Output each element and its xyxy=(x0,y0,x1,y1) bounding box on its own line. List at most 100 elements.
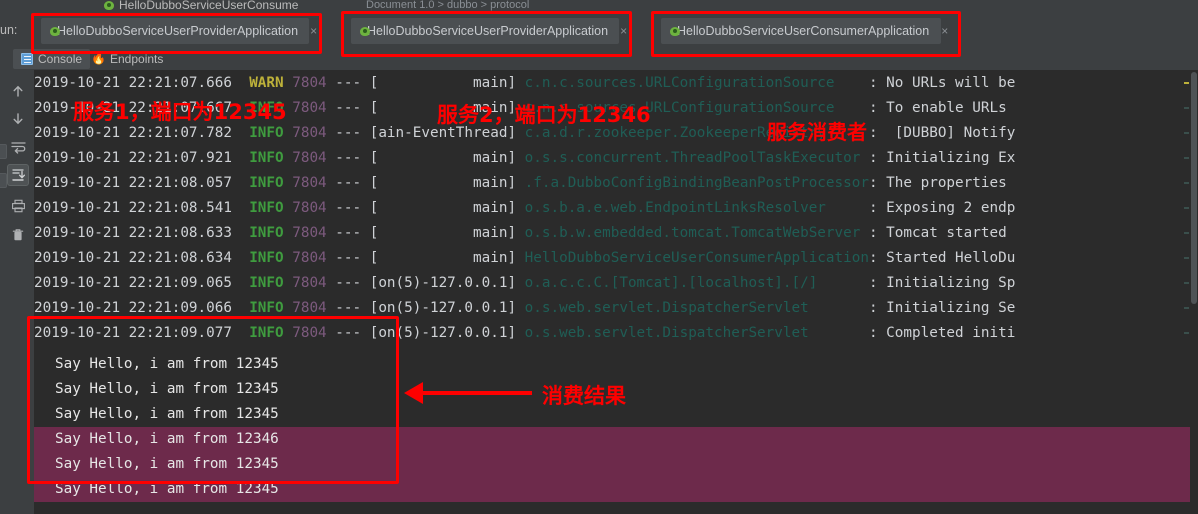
log-logger: o.s.web.servlet.DispatcherServlet xyxy=(524,300,869,316)
tool-sliver-2[interactable] xyxy=(0,173,7,188)
log-level: INFO xyxy=(249,325,293,341)
log-level: INFO xyxy=(249,200,293,216)
log-thread: [ main] xyxy=(369,150,525,166)
log-timestamp: 2019-10-21 22:21:09.065 xyxy=(34,275,250,291)
log-logger: HelloDubboServiceUserConsumerApplication xyxy=(524,250,869,266)
log-timestamp: 2019-10-21 22:21:09.066 xyxy=(34,300,250,316)
scrollbar-marker xyxy=(1184,232,1189,234)
console-scrollbar[interactable] xyxy=(1184,70,1198,514)
tool-sliver-1[interactable] xyxy=(0,144,7,159)
log-logger: o.s.s.concurrent.ThreadPoolTaskExecutor xyxy=(524,150,869,166)
log-line: 2019-10-21 22:21:09.065 INFO 7804 --- [o… xyxy=(34,271,1190,296)
log-line: 2019-10-21 22:21:07.921 INFO 7804 --- [ … xyxy=(34,146,1190,171)
log-dash: --- xyxy=(335,75,370,91)
close-icon[interactable]: × xyxy=(941,25,948,37)
log-thread: [ main] xyxy=(369,250,525,266)
annotation-result: 消费结果 xyxy=(542,384,626,408)
log-pid: 7804 xyxy=(292,275,336,291)
log-message: : Initializing Se xyxy=(868,300,1016,316)
ide-run-window: Document 1.0 > dubbo > protocol HelloDub… xyxy=(0,0,1198,514)
log-dash: --- xyxy=(335,325,370,341)
log-message: : To enable URLs xyxy=(868,100,1007,116)
scroll-to-end-icon[interactable] xyxy=(7,164,29,186)
run-tab-provider-2[interactable]: HelloDubboServiceUserProviderApplication… xyxy=(351,18,627,44)
log-pid: 7804 xyxy=(292,300,336,316)
run-toolwindow-header: un: HelloDubboServiceUserProviderApplica… xyxy=(0,14,1198,48)
close-icon[interactable]: × xyxy=(310,25,317,37)
tab-endpoints[interactable]: Endpoints xyxy=(84,49,171,69)
log-thread: [ main] xyxy=(369,225,525,241)
log-line: 2019-10-21 22:21:07.666 WARN 7804 --- [ … xyxy=(34,71,1190,96)
scrollbar-marker xyxy=(1184,307,1189,309)
log-level: INFO xyxy=(249,300,293,316)
log-level: INFO xyxy=(249,150,293,166)
log-pid: 7804 xyxy=(292,250,336,266)
annotation-service1: 服务1，端口为12345 xyxy=(73,100,287,124)
log-message: : Started HelloDu xyxy=(868,250,1016,266)
log-dash: --- xyxy=(335,100,370,116)
log-message: : The properties xyxy=(868,175,1016,191)
scrollbar-marker xyxy=(1184,257,1189,259)
close-icon[interactable]: × xyxy=(620,25,627,37)
log-timestamp: 2019-10-21 22:21:07.666 xyxy=(34,75,250,91)
tool-tab-bar: Console Endpoints xyxy=(0,48,1198,70)
console-output[interactable]: 2019-10-21 22:21:07.666 WARN 7804 --- [ … xyxy=(34,70,1190,514)
log-line: 2019-10-21 22:21:08.633 INFO 7804 --- [ … xyxy=(34,221,1190,246)
log-logger: c.n.c.sources.URLConfigurationSource xyxy=(524,75,869,91)
log-pid: 7804 xyxy=(292,100,336,116)
log-timestamp: 2019-10-21 22:21:09.077 xyxy=(34,325,250,341)
log-level: INFO xyxy=(249,125,293,141)
print-icon[interactable] xyxy=(7,195,29,217)
scrollbar-marker xyxy=(1184,207,1189,209)
log-message: : Tomcat started xyxy=(868,225,1016,241)
log-pid: 7804 xyxy=(292,225,336,241)
run-label: un: xyxy=(0,23,18,37)
editor-tab-hellodubboserviceuserconsume[interactable]: HelloDubboServiceUserConsume xyxy=(104,0,298,12)
log-message: : Exposing 2 endp xyxy=(868,200,1016,216)
log-thread: [ main] xyxy=(369,175,525,191)
console-toolbar xyxy=(0,70,34,514)
log-line: 2019-10-21 22:21:08.634 INFO 7804 --- [ … xyxy=(34,246,1190,271)
annotation-consumer: 服务消费者 xyxy=(767,120,867,144)
annotation-arrow-head xyxy=(404,382,423,404)
down-arrow-icon[interactable] xyxy=(7,108,29,130)
log-thread: [on(5)-127.0.0.1] xyxy=(369,325,525,341)
log-level: INFO xyxy=(249,250,293,266)
run-tab-label: HelloDubboServiceUserConsumerApplication xyxy=(677,24,930,38)
log-timestamp: 2019-10-21 22:21:08.634 xyxy=(34,250,250,266)
log-thread: [on(5)-127.0.0.1] xyxy=(369,300,525,316)
scrollbar-marker xyxy=(1184,182,1189,184)
run-tab-label: HelloDubboServiceUserProviderApplication xyxy=(57,24,299,38)
log-dash: --- xyxy=(335,200,370,216)
log-dash: --- xyxy=(335,300,370,316)
up-arrow-icon[interactable] xyxy=(7,80,29,102)
run-tab-consumer[interactable]: HelloDubboServiceUserConsumerApplication… xyxy=(661,18,948,44)
editor-tab-strip: Document 1.0 > dubbo > protocol HelloDub… xyxy=(0,0,1198,14)
tab-console[interactable]: Console xyxy=(13,49,91,69)
spring-boot-icon xyxy=(104,0,115,11)
log-timestamp: 2019-10-21 22:21:07.921 xyxy=(34,150,250,166)
tab-console-label: Console xyxy=(38,52,83,66)
log-line: 2019-10-21 22:21:08.057 INFO 7804 --- [ … xyxy=(34,171,1190,196)
log-level: WARN xyxy=(249,75,293,91)
trash-icon[interactable] xyxy=(7,224,29,246)
run-tab-label: HelloDubboServiceUserProviderApplication xyxy=(367,24,609,38)
log-timestamp: 2019-10-21 22:21:08.541 xyxy=(34,200,250,216)
log-message: : [DUBBO] Notify xyxy=(868,125,1016,141)
log-message: : Initializing Sp xyxy=(868,275,1016,291)
log-logger: o.s.b.w.embedded.tomcat.TomcatWebServer xyxy=(524,225,869,241)
log-message: : Completed initi xyxy=(868,325,1016,341)
output-line: Say Hello, i am from 12345 xyxy=(55,481,279,497)
soft-wrap-icon[interactable] xyxy=(7,136,29,158)
scrollbar-thumb[interactable] xyxy=(1191,72,1197,304)
log-line: 2019-10-21 22:21:08.541 INFO 7804 --- [ … xyxy=(34,196,1190,221)
log-pid: 7804 xyxy=(292,175,336,191)
log-dash: --- xyxy=(335,125,370,141)
log-pid: 7804 xyxy=(292,150,336,166)
log-pid: 7804 xyxy=(292,125,336,141)
log-logger: o.a.c.c.C.[Tomcat].[localhost].[/] xyxy=(524,275,869,291)
annotation-service2: 服务2，端口为12346 xyxy=(437,103,651,127)
log-level: INFO xyxy=(249,175,293,191)
log-thread: [on(5)-127.0.0.1] xyxy=(369,275,525,291)
run-tab-provider-1[interactable]: HelloDubboServiceUserProviderApplication… xyxy=(41,18,317,44)
